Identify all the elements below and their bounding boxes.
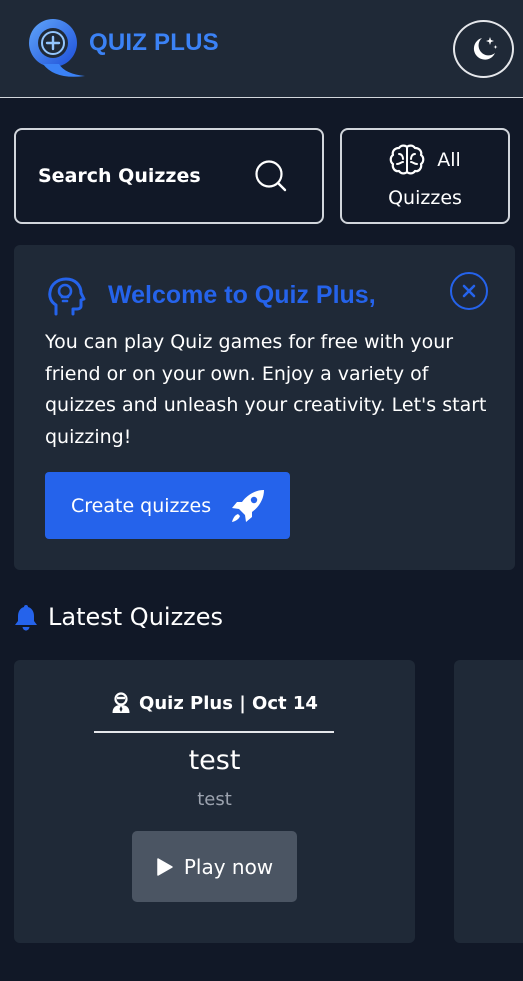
quiz-author-date: Quiz Plus | Oct 14	[139, 692, 318, 714]
create-quizzes-button[interactable]: Create quizzes	[45, 472, 290, 539]
search-label: Search Quizzes	[38, 165, 201, 187]
quiz-plus-logo-icon	[29, 19, 85, 77]
play-icon	[157, 857, 173, 876]
theme-toggle-button[interactable]	[453, 20, 514, 78]
quiz-card[interactable]: Quiz Plus | Oct 14 test test Play now	[14, 660, 415, 943]
play-now-label: Play now	[183, 854, 274, 879]
quiz-card-meta: Quiz Plus | Oct 14	[14, 692, 415, 714]
app-header: QUIZ PLUS	[0, 0, 523, 98]
user-icon	[112, 692, 130, 713]
brain-icon	[389, 144, 425, 175]
create-quizzes-label: Create quizzes	[71, 494, 212, 517]
quiz-description: test	[197, 789, 232, 810]
moon-stars-icon	[473, 37, 497, 60]
all-quizzes-label-1: All	[437, 149, 461, 171]
search-icon	[255, 160, 287, 192]
all-quizzes-button[interactable]: All Quizzes	[340, 128, 510, 224]
rocket-icon	[232, 489, 265, 522]
close-icon	[462, 284, 476, 298]
search-quizzes-button[interactable]: Search Quizzes	[14, 128, 324, 224]
welcome-title: Welcome to Quiz Plus,	[108, 281, 376, 309]
logo-text: QUIZ PLUS	[89, 29, 219, 56]
divider	[94, 731, 334, 733]
quiz-title: test	[188, 745, 241, 776]
head-idea-icon	[48, 277, 86, 316]
play-now-button[interactable]: Play now	[132, 831, 297, 902]
latest-quizzes-heading: Latest Quizzes	[14, 603, 223, 631]
quiz-card-next[interactable]	[454, 660, 523, 943]
all-quizzes-label-2: Quizzes	[388, 187, 462, 209]
latest-quizzes-label: Latest Quizzes	[48, 603, 224, 631]
bell-icon	[15, 604, 37, 630]
logo[interactable]: QUIZ PLUS	[25, 14, 219, 80]
welcome-text: You can play Quiz games for free with yo…	[45, 331, 487, 448]
close-welcome-button[interactable]	[450, 272, 488, 310]
welcome-card: Welcome to Quiz Plus, You can play Quiz …	[14, 245, 515, 570]
